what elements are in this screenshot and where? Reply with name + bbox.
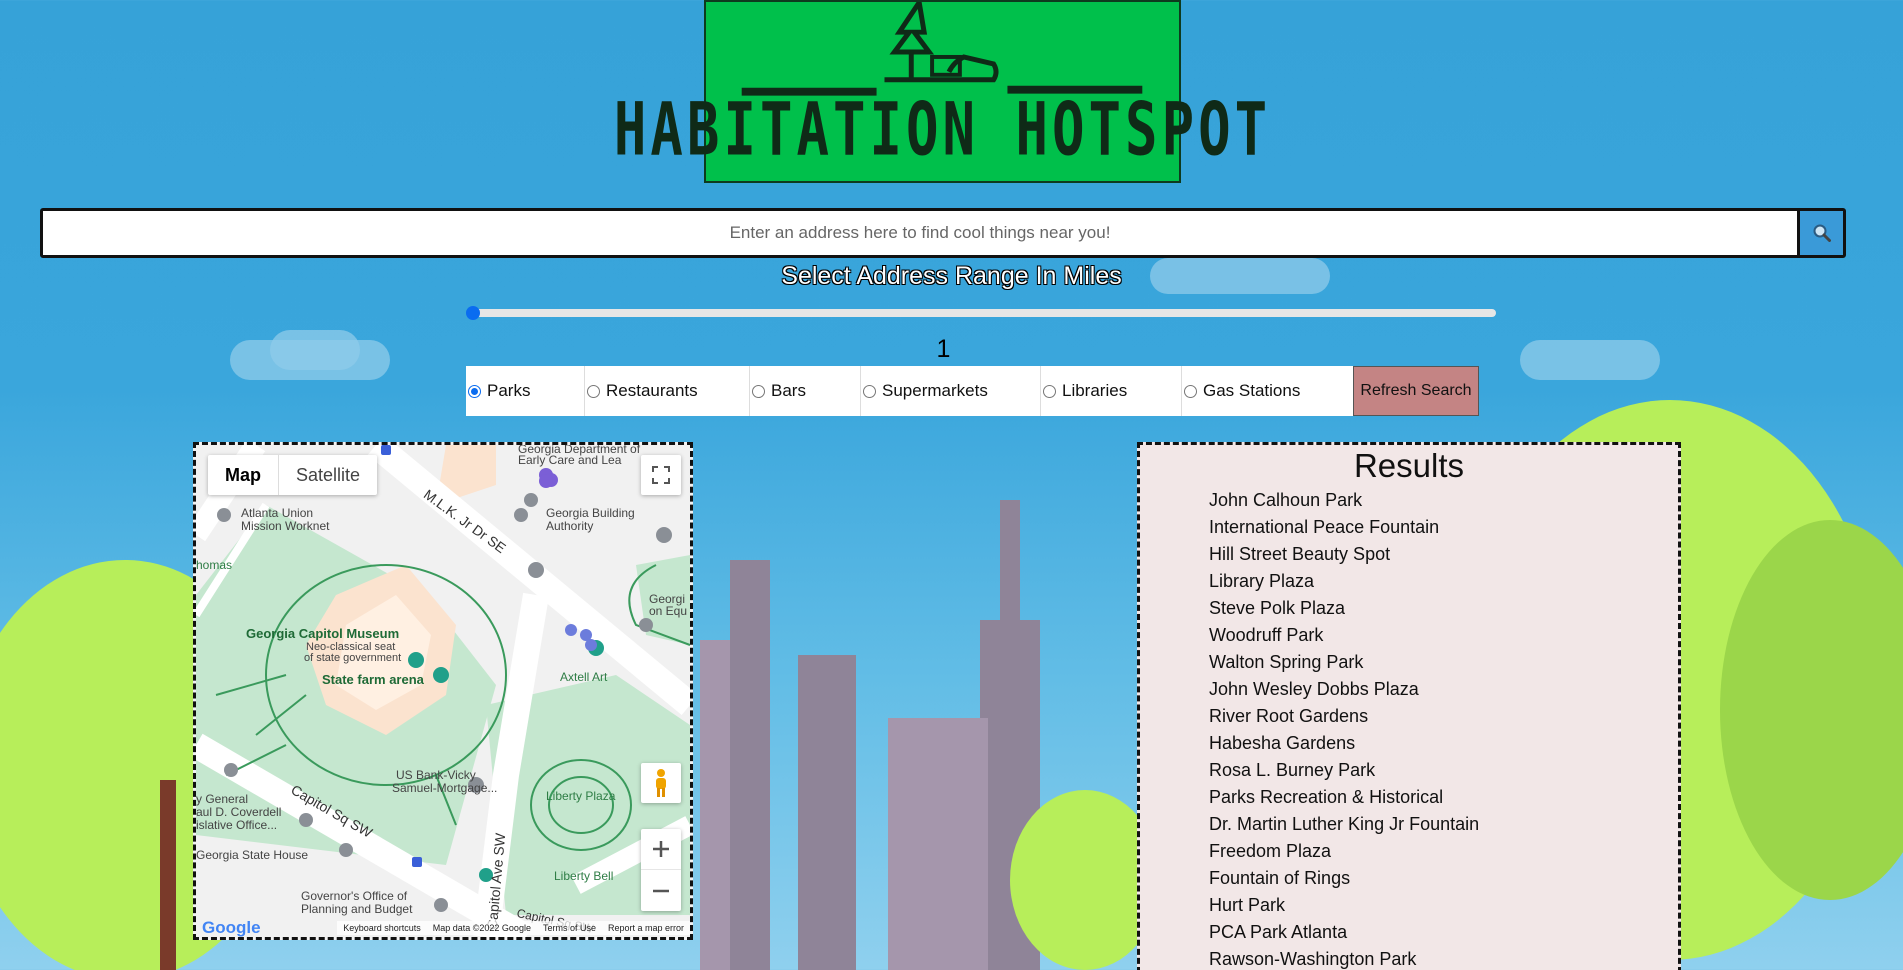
radio-bars[interactable] [752,384,765,398]
fullscreen-button[interactable] [641,455,681,495]
result-item[interactable]: Rosa L. Burney Park [1209,757,1678,784]
map-label-state-gov: of state government [304,652,402,664]
minus-icon [653,889,669,892]
map-label-islative: islative Office... [196,818,278,832]
map-label-mission-worknet: Mission Worknet [241,519,330,533]
fullscreen-icon [652,466,670,484]
category-label: Supermarkets [882,381,988,400]
google-logo: Google [202,918,261,937]
plus-icon [653,841,669,857]
map-label-liberty-plaza: Liberty Plaza [546,789,616,803]
result-item[interactable]: John Calhoun Park [1209,487,1678,514]
results-panel: Results John Calhoun Park International … [1137,442,1681,970]
result-item[interactable]: Rawson-Washington Park [1209,946,1678,970]
google-logo-text: Google [202,918,261,937]
map-label-homas: homas [196,558,233,572]
result-item[interactable]: Freedom Plaza [1209,838,1678,865]
map-type-satellite-button[interactable]: Satellite [279,455,377,495]
street-view-pegman-button[interactable] [641,763,681,803]
slider-track[interactable] [474,309,1496,317]
zoom-in-button[interactable] [641,829,681,870]
range-value: 1 [936,335,951,363]
pegman-icon [656,769,666,797]
category-label: Libraries [1062,381,1128,400]
search-button[interactable] [1797,211,1843,255]
map-label-liberty-bell: Liberty Bell [554,869,614,883]
category-selector: Parks Restaurants Bars Supermarkets Libr… [466,366,1479,416]
map-type-control: Map Satellite [208,455,378,495]
radio-restaurants[interactable] [587,384,600,398]
result-item[interactable]: Steve Polk Plaza [1209,595,1678,622]
result-item[interactable]: Dr. Martin Luther King Jr Fountain [1209,811,1678,838]
map-label-samuel: Samuel-Mortgage... [392,781,498,795]
result-item[interactable]: Hurt Park [1209,892,1678,919]
result-item[interactable]: Habesha Gardens [1209,730,1678,757]
result-item[interactable]: John Wesley Dobbs Plaza [1209,676,1678,703]
result-item[interactable]: Parks Recreation & Historical [1209,784,1678,811]
site-logo[interactable]: HABITATION HOTSPOT [614,0,1267,183]
map-label-on-equ: on Equ [649,604,688,618]
map-type-map-button[interactable]: Map [208,455,279,495]
result-item[interactable]: PCA Park Atlanta [1209,919,1678,946]
result-item[interactable]: River Root Gardens [1209,703,1678,730]
category-label: Restaurants [606,381,698,400]
map-label-state-farm: State farm arena [322,672,424,687]
result-item[interactable]: International Peace Fountain [1209,514,1678,541]
map-footer: Google Keyboard shortcuts Map data ©2022… [196,918,690,937]
map-label-capitol-museum: Georgia Capitol Museum [246,626,400,641]
map-label-planning: Planning and Budget [301,902,413,916]
category-libraries[interactable]: Libraries [1041,366,1182,416]
radio-parks[interactable] [468,384,481,398]
results-list: John Calhoun Park International Peace Fo… [1209,487,1678,970]
category-restaurants[interactable]: Restaurants [585,366,750,416]
category-label: Bars [771,381,806,400]
map-label-early-care: Early Care and Lea [518,453,622,467]
map-label-state-house: Georgia State House [196,848,309,862]
category-gas-stations[interactable]: Gas Stations [1182,366,1352,416]
radio-gas-stations[interactable] [1184,384,1197,398]
map-label-axtell: Axtell Art [560,670,608,684]
search-bar [40,208,1846,258]
category-label: Parks [487,381,531,400]
category-supermarkets[interactable]: Supermarkets [861,366,1041,416]
radio-supermarkets[interactable] [863,384,876,398]
result-item[interactable]: Hill Street Beauty Spot [1209,541,1678,568]
result-item[interactable]: Woodruff Park [1209,622,1678,649]
report-map-error-link[interactable]: Report a map error [608,923,684,933]
map-data-attribution: Map data ©2022 Google [432,923,531,933]
terms-of-use-link[interactable]: Terms of Use [543,923,596,933]
range-title: Select Address Range In Miles [781,262,1122,290]
map-label-authority: Authority [546,519,594,533]
refresh-search-button[interactable]: Refresh Search [1353,366,1479,416]
map-footer-links: Keyboard shortcuts Map data ©2022 Google… [337,921,690,935]
result-item[interactable]: Walton Spring Park [1209,649,1678,676]
address-search-input[interactable] [43,211,1797,255]
range-slider[interactable] [466,304,1496,322]
zoom-control [641,829,681,911]
slider-thumb[interactable] [466,306,480,320]
search-icon [1813,224,1831,242]
keyboard-shortcuts-link[interactable]: Keyboard shortcuts [343,923,421,933]
result-item[interactable]: Fountain of Rings [1209,865,1678,892]
category-label: Gas Stations [1203,381,1301,400]
map-widget[interactable]: Georgia Department of Early Care and Lea… [193,442,693,940]
result-item[interactable]: Library Plaza [1209,568,1678,595]
zoom-out-button[interactable] [641,870,681,911]
radio-libraries[interactable] [1043,384,1056,398]
category-parks[interactable]: Parks [466,366,585,416]
logo-text: HABITATION HOTSPOT [613,86,1272,173]
results-title: Results [1353,447,1465,484]
category-bars[interactable]: Bars [750,366,861,416]
